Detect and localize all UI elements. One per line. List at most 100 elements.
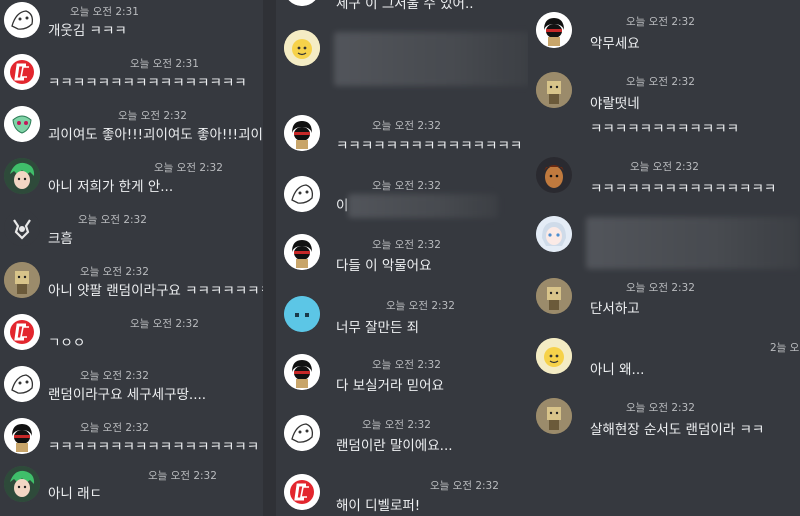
message-text: 다 보실거라 믿어요	[336, 378, 444, 394]
message-text: 이	[336, 198, 349, 214]
message-timestamp: 오늘 오전 2:32	[362, 419, 431, 431]
blurred-region	[334, 32, 530, 86]
message-timestamp: 오늘 오전 2:32	[80, 422, 149, 434]
green-hair-avatar-icon[interactable]	[4, 466, 40, 502]
yellow-character-avatar-icon[interactable]	[284, 30, 320, 66]
message-timestamp: 오늘 오전 2:32	[130, 318, 199, 330]
message-text: ㅋㅋㅋㅋㅋㅋㅋㅋㅋㅋㅋㅋㅋㅋㅋㅋㅋ	[48, 439, 260, 455]
chat-message[interactable]: 오늘 오전 2:32 아니 얏팔 랜덤이라구요 ㅋㅋㅋㅋㅋㅋㅋ	[0, 260, 263, 320]
ninja-avatar-icon[interactable]	[284, 354, 320, 390]
message-timestamp: 오늘 오전 2:32	[386, 300, 455, 312]
chat-message[interactable]: 오늘 오전 2:32 랜덤이라구요 세구세구땅....	[0, 364, 263, 424]
doll-avatar-icon[interactable]	[4, 262, 40, 298]
message-timestamp: 오늘 오전 2:32	[80, 370, 149, 382]
message-timestamp: 오늘 오전 2:32	[118, 110, 187, 122]
message-timestamp: 오늘 오전 2:31	[70, 6, 139, 18]
chat-message[interactable]: 2늘 오 아니 왜...	[528, 336, 800, 396]
chat-message[interactable]: 오늘 오전 2:32 살해현장 순서도 랜덤이라 ㅋㅋ	[528, 396, 800, 456]
dark-avatar-icon[interactable]	[4, 210, 40, 246]
ninja-avatar-icon[interactable]	[536, 12, 572, 48]
message-text: 아니 저희가 한게 안...	[48, 179, 174, 195]
chat-message[interactable]: 오늘 오전 2:32 ㅋㅋㅋㅋㅋㅋㅋㅋㅋㅋㅋㅋㅋㅋㅋ	[276, 115, 530, 175]
message-timestamp: 오늘 오전 2:32	[372, 359, 441, 371]
green-drawing-avatar-icon[interactable]	[4, 106, 40, 142]
chat-message[interactable]: 오늘 오전 2:32 다들 이 악물어요	[276, 234, 530, 294]
message-text: 크흠	[48, 231, 73, 247]
blue-blob-avatar-icon[interactable]	[284, 296, 320, 332]
message-timestamp: 오늘 오전 2:32	[630, 161, 699, 173]
chat-message[interactable]: 오늘 오전 2:32 랜덤이란 말이에요...	[276, 413, 530, 473]
message-text: 아니 래ㄷ	[48, 486, 102, 502]
ninja-avatar-icon[interactable]	[284, 0, 320, 6]
message-text: ㅋㅋㅋㅋㅋㅋㅋㅋㅋㅋㅋㅋㅋㅋㅋㅋ	[48, 75, 247, 91]
chat-message[interactable]: 오늘 오전 2:32 아니 저희가 한게 안...	[0, 156, 263, 216]
chat-column-1: 오늘 오전 2:31 개웃김 ㅋㅋㅋ 오늘 오전 2:31 ㅋㅋㅋㅋㅋㅋㅋㅋㅋㅋ…	[0, 0, 263, 516]
message-timestamp: 2늘 오	[770, 342, 800, 354]
red-logo-avatar-icon[interactable]	[4, 54, 40, 90]
blurred-region	[348, 194, 498, 218]
message-timestamp: 오늘 오전 2:32	[430, 480, 499, 492]
chat-message[interactable]: 오늘 오전 2:32 너무 잘만든 죄	[276, 294, 530, 354]
message-timestamp: 오늘 오전 2:32	[626, 76, 695, 88]
chat-message[interactable]: 오늘 오전 2:32 ㄱㅇㅇ	[0, 312, 263, 372]
message-timestamp: 오늘 오전 2:32	[80, 266, 149, 278]
red-logo-avatar-icon[interactable]	[4, 314, 40, 350]
anime-girl-avatar-icon[interactable]	[536, 216, 572, 252]
message-text: 랜덤이라구요 세구세구땅....	[48, 387, 207, 403]
chat-message[interactable]: 오늘 오전 2:32 크흠	[0, 208, 263, 268]
message-timestamp: 오늘 오전 2:32	[372, 239, 441, 251]
yellow-character-avatar-icon[interactable]	[536, 338, 572, 374]
message-text: ㅋㅋㅋㅋㅋㅋㅋㅋㅋㅋㅋㅋㅋㅋㅋ	[336, 138, 523, 154]
message-timestamp: 오늘 오전 2:32	[154, 162, 223, 174]
message-text: 단서하고	[590, 301, 640, 317]
chat-message[interactable]: 오늘 오전 2:31 개웃김 ㅋㅋㅋ	[0, 0, 263, 60]
doll-avatar-icon[interactable]	[536, 398, 572, 434]
chat-message[interactable]: 오늘 오전 2:32 단서하고	[528, 276, 800, 336]
doll-avatar-icon[interactable]	[536, 72, 572, 108]
message-text: 야랄떳네	[590, 96, 640, 112]
message-text: ㅋㅋㅋㅋㅋㅋㅋㅋㅋㅋㅋㅋ	[590, 121, 740, 137]
message-text: 다들 이 악물어요	[336, 258, 432, 274]
ninja-avatar-icon[interactable]	[284, 115, 320, 151]
chat-message[interactable]: 오늘 오전 2:31 ㅋㅋㅋㅋㅋㅋㅋㅋㅋㅋㅋㅋㅋㅋㅋㅋ	[0, 52, 263, 112]
message-timestamp: 오늘 오전 2:32	[372, 120, 441, 132]
chat-message[interactable]: 오늘 오전 2:32 ㅋㅋㅋㅋㅋㅋㅋㅋㅋㅋㅋㅋㅋㅋㅋ	[528, 155, 800, 215]
message-text: 해이 디벨로퍼!	[336, 498, 421, 514]
message-text: 세구 이 그서울 수 있어..	[336, 0, 474, 12]
message-text: 랜덤이란 말이에요...	[336, 438, 453, 454]
message-timestamp: 오늘 오전 2:32	[148, 470, 217, 482]
chat-message[interactable]: 오늘 오전 2:32 이	[276, 174, 530, 234]
doll-avatar-icon[interactable]	[536, 278, 572, 314]
message-text: 아니 왜...	[590, 362, 645, 378]
message-timestamp: 오늘 오전 2:31	[130, 58, 199, 70]
ninja-avatar-icon[interactable]	[4, 418, 40, 454]
message-text: 아니 얏팔 랜덤이라구요 ㅋㅋㅋㅋㅋㅋㅋ	[48, 283, 263, 299]
message-text: ㄱㅇㅇ	[48, 335, 86, 351]
red-logo-avatar-icon[interactable]	[284, 474, 320, 510]
chat-message[interactable]	[528, 213, 800, 273]
chat-column-2: 세구 이 그서울 수 있어.. 오늘 오전 2:32 ㅋㅋㅋㅋㅋㅋㅋㅋㅋㅋㅋㅋㅋ…	[276, 0, 530, 516]
message-timestamp: 오늘 오전 2:32	[78, 214, 147, 226]
tan-character-avatar-icon[interactable]	[536, 157, 572, 193]
sketch-avatar-icon[interactable]	[4, 2, 40, 38]
chat-message[interactable]: 오늘 오전 2:32 악무세요	[528, 10, 800, 70]
chat-message[interactable]: 오늘 오전 2:32 해이 디벨로퍼!	[276, 472, 530, 516]
chat-message[interactable]: 오늘 오전 2:32 다 보실거라 믿어요	[276, 354, 530, 414]
ninja-avatar-icon[interactable]	[284, 234, 320, 270]
message-timestamp: 오늘 오전 2:32	[626, 402, 695, 414]
sketch-avatar-icon[interactable]	[284, 176, 320, 212]
message-timestamp: 오늘 오전 2:32	[626, 16, 695, 28]
sketch-avatar-icon[interactable]	[284, 415, 320, 451]
sketch-avatar-icon[interactable]	[4, 366, 40, 402]
chat-column-3: 오늘 오전 2:32 악무세요 오늘 오전 2:32 야랄떳네 ㅋㅋㅋㅋㅋㅋㅋㅋ…	[528, 0, 800, 516]
message-timestamp: 오늘 오전 2:32	[626, 282, 695, 294]
green-hair-avatar-icon[interactable]	[4, 158, 40, 194]
message-text: 괴이여도 좋아!!!괴이여도 좋아!!!괴이여	[48, 127, 263, 143]
message-text: 개웃김 ㅋㅋㅋ	[48, 23, 127, 39]
message-text: 살해현장 순서도 랜덤이라 ㅋㅋ	[590, 422, 765, 438]
chat-message[interactable]: 오늘 오전 2:32 괴이여도 좋아!!!괴이여도 좋아!!!괴이여	[0, 104, 263, 164]
message-text: 악무세요	[590, 36, 640, 52]
chat-message[interactable]: 오늘 오전 2:32 아니 래ㄷ	[0, 466, 263, 516]
column-divider	[263, 0, 276, 516]
chat-message[interactable]	[276, 28, 530, 88]
